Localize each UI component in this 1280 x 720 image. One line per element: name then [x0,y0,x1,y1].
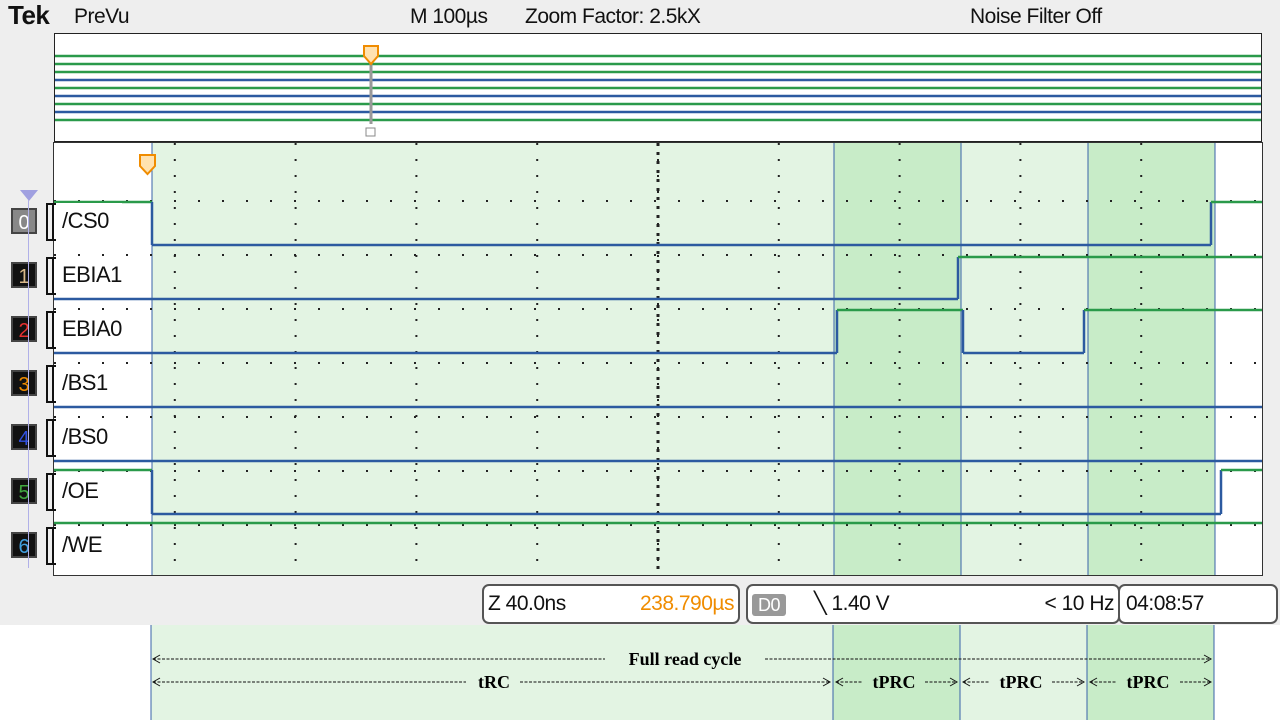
channel-3-badge[interactable]: 3 [11,370,37,396]
tprc-1-label: tPRC [873,672,916,692]
oscilloscope-screen: Tek PreVu M 100µs Zoom Factor: 2.5kX Noi… [0,0,1280,625]
channel-6-label[interactable]: /WE [46,527,122,565]
trigger-readout-box[interactable]: D0 ╲ 1.40 V < 10 Hz [746,584,1120,624]
zoom-scale: Z 40.0ns [488,592,566,615]
trigger-level: ╲ 1.40 V [814,592,890,615]
channel-group-line [28,200,29,568]
channel-3-label[interactable]: /BS1 [46,365,122,403]
brand-logo: Tek [8,0,50,30]
channel-2-label[interactable]: EBIA0 [46,311,122,349]
channel-group-marker-icon [20,190,38,201]
channel-1-badge[interactable]: 1 [11,262,37,288]
channel-5-label[interactable]: /OE [46,473,122,511]
channel-4-badge[interactable]: 4 [11,424,37,450]
tprc-3-label: tPRC [1127,672,1170,692]
zoom-readout-box[interactable]: Z 40.0ns 238.790µs [482,584,740,624]
shade-region [961,143,1088,575]
channel-4-label[interactable]: /BS0 [46,419,122,457]
channel-6-badge[interactable]: 6 [11,532,37,558]
channel-5-badge[interactable]: 5 [11,478,37,504]
shade-region [834,143,961,575]
overview-zoom-marker[interactable] [363,45,379,137]
full-read-cycle-label: Full read cycle [629,649,742,669]
channel-2-badge[interactable]: 2 [11,316,37,342]
zoom-position: 238.790µs [639,592,735,615]
zoom-factor-readout: Zoom Factor: 2.5kX [525,5,701,28]
trc-label: tRC [478,672,510,692]
trigger-frequency: < 10 Hz [1044,592,1115,615]
channel-0-label[interactable]: /CS0 [46,203,122,241]
overview-traces [55,54,1261,122]
zoomed-waveform-window[interactable] [53,142,1263,576]
trigger-source-badge: D0 [752,594,787,616]
shade-region [1088,143,1215,575]
timebase-readout: M 100µs [410,5,488,28]
timing-shading [151,143,1216,575]
acquisition-mode: PreVu [74,5,130,28]
tprc-2-label: tPRC [1000,672,1043,692]
timing-annotation-area: Full read cycle tRC tPRC tPRC tPRC [0,625,1280,720]
clock-readout: 04:08:57 [1126,592,1204,615]
channel-0-badge[interactable]: 0 [11,208,37,234]
shade-region [152,143,834,575]
channel-1-label[interactable]: EBIA1 [46,257,122,295]
noise-filter-status: Noise Filter Off [970,5,1102,28]
clock-box: 04:08:57 [1118,584,1278,624]
overview-waveform-window[interactable] [54,33,1262,142]
